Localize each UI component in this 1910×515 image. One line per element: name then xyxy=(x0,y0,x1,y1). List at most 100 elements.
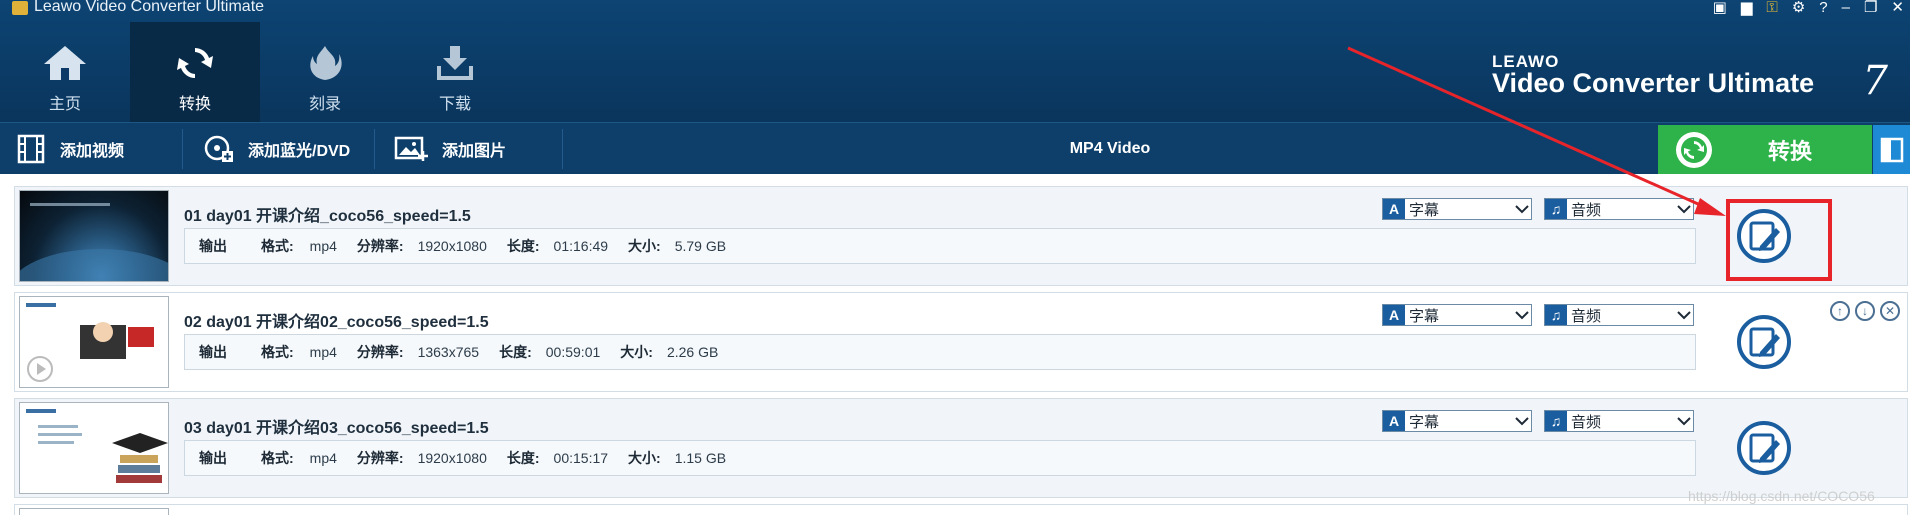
subtitle-dropdown[interactable]: A 字幕 xyxy=(1382,410,1532,432)
add-photo-label: 添加图片 xyxy=(442,143,507,160)
tab-download[interactable]: 下载 xyxy=(390,22,520,122)
window-controls: ▣ ▆ ⚿ ⚙ ? – ❐ ✕ xyxy=(1713,0,1904,16)
gear-icon[interactable]: ⚙ xyxy=(1792,0,1805,16)
resolution-value: 1920x1080 xyxy=(417,238,487,254)
chevron-down-icon xyxy=(1675,310,1693,320)
window-title: Leawo Video Converter Ultimate xyxy=(34,0,265,15)
list-item[interactable]: 01 day01 开课介绍_coco56_speed=1.5 A 字幕 ♫ 音频… xyxy=(14,186,1908,286)
move-down-icon[interactable]: ↓ xyxy=(1855,301,1875,321)
edit-video-icon[interactable] xyxy=(1736,420,1792,476)
convert-icon xyxy=(177,48,213,78)
edit-video-icon[interactable] xyxy=(1736,314,1792,370)
audio-dropdown-label: 音频 xyxy=(1571,413,1602,431)
duration-value: 01:16:49 xyxy=(553,238,609,254)
monitor-icon[interactable]: ▣ xyxy=(1713,0,1727,16)
panel-toggle-button[interactable] xyxy=(1873,125,1910,175)
list-item[interactable] xyxy=(14,504,1908,515)
home-icon xyxy=(44,46,86,80)
add-video-button[interactable]: 添加视频 xyxy=(16,123,124,175)
brand-product: Video Converter Ultimate xyxy=(1492,68,1815,98)
format-label: 格式: xyxy=(261,238,294,254)
subtitle-icon: A xyxy=(1383,305,1405,325)
chat-icon[interactable]: ▆ xyxy=(1741,0,1753,16)
thumbnail-slide-image xyxy=(26,409,168,483)
audio-dropdown-label: 音频 xyxy=(1571,201,1602,219)
music-note-icon: ♫ xyxy=(1545,199,1567,219)
brand-version: 7 xyxy=(1862,58,1888,104)
film-icon xyxy=(17,134,45,164)
audio-dropdown-label: 音频 xyxy=(1571,307,1602,325)
convert-button[interactable]: 转换 xyxy=(1658,125,1872,175)
tab-convert-label: 转换 xyxy=(178,96,211,113)
video-thumbnail[interactable] xyxy=(19,296,169,388)
row-controls: ↑ ↓ ✕ xyxy=(1830,301,1900,321)
chevron-down-icon xyxy=(1513,416,1531,426)
item-title: 01 day01 开课介绍_coco56_speed=1.5 xyxy=(184,208,471,225)
tab-home[interactable]: 主页 xyxy=(0,22,130,122)
music-note-icon: ♫ xyxy=(1545,305,1567,325)
tab-burn[interactable]: 刻录 xyxy=(260,22,390,122)
resolution-label: 分辨率: xyxy=(356,344,404,360)
subtitle-dropdown-label: 字幕 xyxy=(1409,413,1440,431)
format-value: mp4 xyxy=(309,344,337,360)
duration-label: 长度: xyxy=(499,344,532,360)
video-thumbnail[interactable] xyxy=(19,190,169,282)
thumbnail-earth-image xyxy=(20,203,168,281)
tab-convert[interactable]: 转换 xyxy=(130,22,260,122)
size-label: 大小: xyxy=(620,344,653,360)
add-bluray-button[interactable]: 添加蓝光/DVD xyxy=(204,123,350,175)
output-info: 输出 格式: mp4 分辨率: 1363x765 长度: 00:59:01 大小… xyxy=(184,334,1696,370)
restore-icon[interactable]: ❐ xyxy=(1864,0,1877,16)
duration-label: 长度: xyxy=(506,238,540,254)
subtitle-icon: A xyxy=(1383,411,1405,431)
close-icon[interactable]: ✕ xyxy=(1891,0,1904,16)
image-add-icon xyxy=(394,136,428,161)
video-thumbnail[interactable] xyxy=(19,402,169,494)
size-value: 5.79 GB xyxy=(674,238,727,254)
audio-dropdown[interactable]: ♫ 音频 xyxy=(1544,198,1694,220)
download-icon xyxy=(437,46,473,80)
chevron-down-icon xyxy=(1675,204,1693,214)
remove-icon[interactable]: ✕ xyxy=(1880,301,1900,321)
toolbar-divider xyxy=(374,129,375,169)
list-item[interactable]: 02 day01 开课介绍02_coco56_speed=1.5 A 字幕 ♫ … xyxy=(14,292,1908,392)
item-title: 03 day01 开课介绍03_coco56_speed=1.5 xyxy=(184,420,489,437)
chevron-down-icon xyxy=(1513,204,1531,214)
tab-download-label: 下载 xyxy=(438,96,471,113)
size-value: 1.15 GB xyxy=(674,450,727,466)
add-video-label: 添加视频 xyxy=(60,143,125,160)
move-up-icon[interactable]: ↑ xyxy=(1830,301,1850,321)
format-value: mp4 xyxy=(309,238,337,254)
video-thumbnail[interactable] xyxy=(19,508,169,515)
list-item[interactable]: 03 day01 开课介绍03_coco56_speed=1.5 A 字幕 ♫ … xyxy=(14,398,1908,498)
size-label: 大小: xyxy=(628,238,661,254)
convert-refresh-icon xyxy=(1676,132,1712,168)
format-label: 格式: xyxy=(261,450,294,466)
brand-logo: LEAWO Video Converter Ultimate 7 xyxy=(1492,52,1888,104)
output-format-selector[interactable]: MP4 Video xyxy=(1000,123,1220,175)
tab-burn-label: 刻录 xyxy=(308,96,341,113)
output-label: 输出 xyxy=(199,238,227,254)
output-label: 输出 xyxy=(199,344,227,360)
main-nav: 主页 转换 刻录 下载 xyxy=(0,22,520,122)
output-label: 输出 xyxy=(199,450,227,466)
help-icon[interactable]: ? xyxy=(1819,0,1827,16)
audio-dropdown[interactable]: ♫ 音频 xyxy=(1544,304,1694,326)
disc-add-icon xyxy=(204,135,233,162)
resolution-value: 1363x765 xyxy=(417,344,480,360)
key-icon[interactable]: ⚿ xyxy=(1766,0,1777,16)
subtitle-dropdown-label: 字幕 xyxy=(1409,307,1440,325)
burn-icon xyxy=(310,46,342,80)
audio-dropdown[interactable]: ♫ 音频 xyxy=(1544,410,1694,432)
output-info: 输出 格式: mp4 分辨率: 1920x1080 长度: 01:16:49 大… xyxy=(184,228,1696,264)
subtitle-dropdown[interactable]: A 字幕 xyxy=(1382,198,1532,220)
minimize-icon[interactable]: – xyxy=(1842,0,1850,16)
convert-button-label: 转换 xyxy=(1768,139,1813,164)
toolbar-divider xyxy=(182,129,183,169)
item-title: 02 day01 开课介绍02_coco56_speed=1.5 xyxy=(184,314,489,331)
add-photo-button[interactable]: 添加图片 xyxy=(394,123,506,175)
annotation-highlight-box xyxy=(1726,199,1832,281)
size-value: 2.26 GB xyxy=(666,344,719,360)
duration-label: 长度: xyxy=(506,450,540,466)
subtitle-dropdown[interactable]: A 字幕 xyxy=(1382,304,1532,326)
